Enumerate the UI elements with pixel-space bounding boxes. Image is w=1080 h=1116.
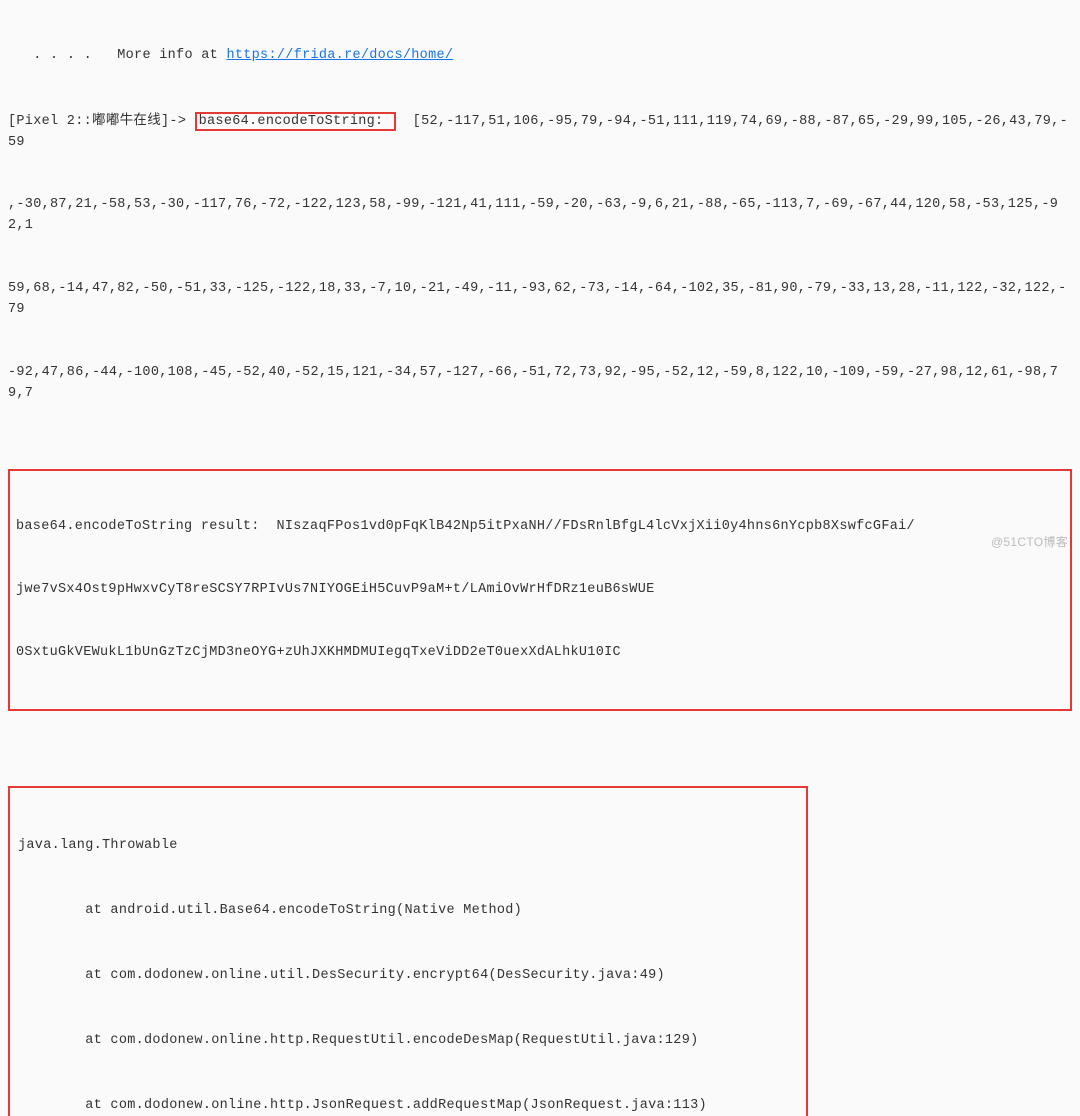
stack-title: java.lang.Throwable [18,835,798,857]
byte-array-part4: -92,47,86,-44,-100,108,-45,-52,40,-52,15… [8,363,1072,405]
byte-array-part2: ,-30,87,21,-58,53,-30,-117,76,-72,-122,1… [8,195,1072,237]
info-line: . . . . More info at https://frida.re/do… [8,46,1072,67]
watermark: @51CTO博客 [991,533,1068,552]
highlight-encode-label: base64.encodeToString: [195,112,396,131]
prompt-prefix: [Pixel 2::嘟嘟牛在线]-> [8,114,186,129]
result-line-3: 0SxtuGkVEWukL1bUnGzTzCjMD3neOYG+zUhJXKHM… [16,643,1064,664]
stack-frame: at android.util.Base64.encodeToString(Na… [18,900,798,922]
stack-frame: at com.dodonew.online.util.DesSecurity.e… [18,965,798,987]
result-line-2: jwe7vSx4Ost9pHwxvCyT8reSCSY7RPIvUs7NIYOG… [16,580,1064,601]
prompt-line-1: [Pixel 2::嘟嘟牛在线]-> base64.encodeToString… [8,112,1072,154]
stack-trace-container: java.lang.Throwable at android.util.Base… [8,786,1072,1116]
dots: . . . . [8,48,92,63]
result-line-1: base64.encodeToString result: NIszaqFPos… [16,517,1064,538]
highlight-stacktrace-box: java.lang.Throwable at android.util.Base… [8,786,808,1116]
more-info-text: More info at [92,48,226,63]
stack-frame: at com.dodonew.online.http.JsonRequest.a… [18,1095,798,1116]
byte-array-part3: 59,68,-14,47,82,-50,-51,33,-125,-122,18,… [8,279,1072,321]
console-output: . . . . More info at https://frida.re/do… [0,0,1080,1116]
docs-link[interactable]: https://frida.re/docs/home/ [226,48,453,63]
highlight-result-box: base64.encodeToString result: NIszaqFPos… [8,469,1072,711]
stack-frame: at com.dodonew.online.http.RequestUtil.e… [18,1030,798,1052]
